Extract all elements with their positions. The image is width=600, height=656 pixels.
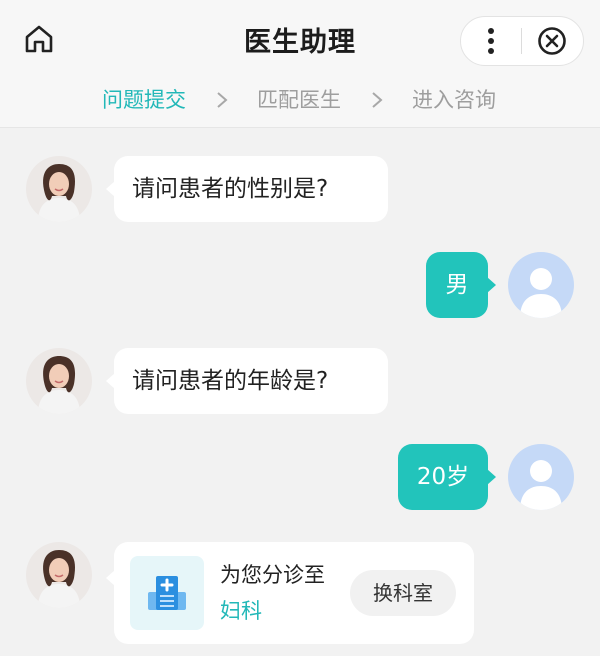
user-avatar[interactable] [508,444,574,510]
user-message-bubble: 男 [426,252,496,318]
mini-program-capsule [460,16,584,66]
more-dots-icon [487,28,494,54]
step-enter-consultation: 进入咨询 [412,88,496,112]
close-circle-icon [538,27,567,55]
user-silhouette-icon [508,252,574,318]
doctor-avatar[interactable] [26,156,92,222]
doctor-portrait-icon [26,348,92,414]
user-avatar[interactable] [508,252,574,318]
user-silhouette-icon [508,444,574,510]
department-icon-box [130,556,204,630]
doctor-portrait-icon [26,156,92,222]
close-button[interactable] [522,17,584,65]
header-bar: 医生助理 问题提交 匹配医生 进入咨询 [0,0,600,128]
doctor-avatar[interactable] [26,542,92,608]
user-message-bubble: 20岁 [398,444,496,510]
triage-text: 为您分诊至 [220,563,325,587]
department-name[interactable]: 妇科 [220,596,262,626]
chevron-right-icon [212,84,232,116]
doctor-avatar[interactable] [26,348,92,414]
chevron-right-icon [367,84,387,116]
step-submit-question: 问题提交 [102,88,186,112]
triage-card: 为您分诊至 妇科 换科室 [106,542,474,644]
more-button[interactable] [461,17,521,65]
progress-steps: 问题提交 匹配医生 进入咨询 [0,84,600,116]
doctor-message-bubble: 请问患者的性别是? [106,156,388,222]
hospital-icon [148,576,186,610]
change-department-button[interactable]: 换科室 [350,570,456,616]
doctor-message-bubble: 请问患者的年龄是? [106,348,388,414]
step-match-doctor: 匹配医生 [257,88,341,112]
doctor-portrait-icon [26,542,92,608]
